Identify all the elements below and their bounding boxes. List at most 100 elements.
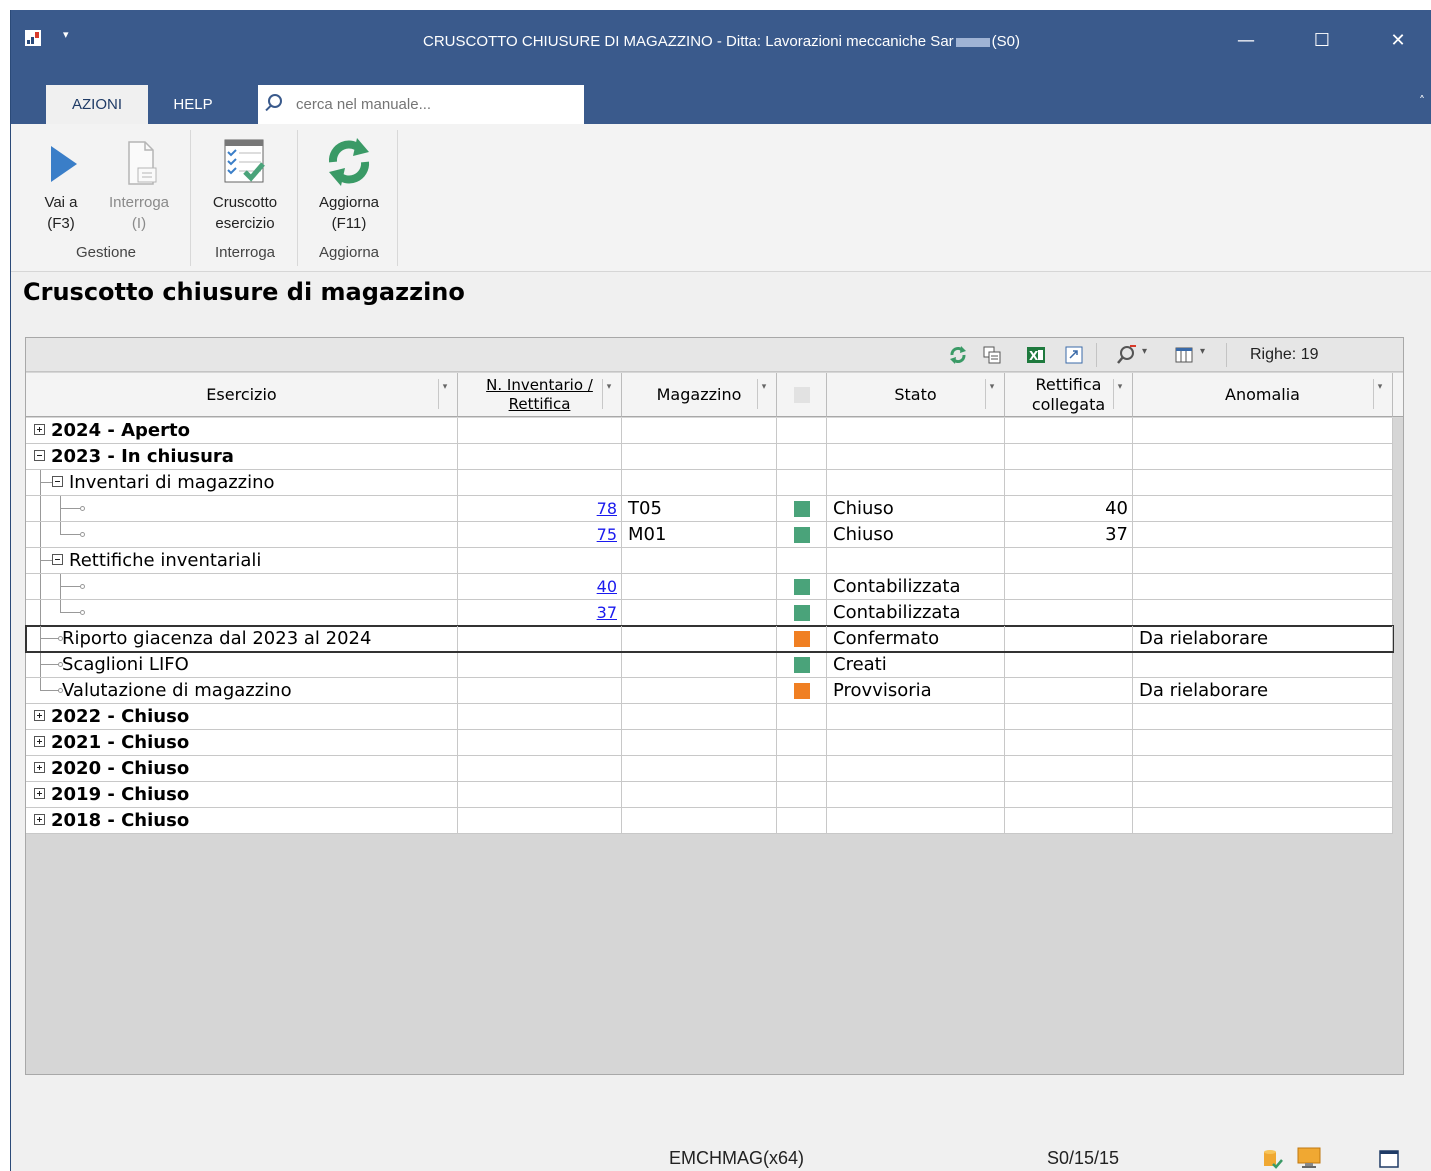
expand-icon[interactable] [34, 762, 45, 773]
tab-help[interactable]: HELP [153, 85, 233, 124]
table-row[interactable]: 2018 - Chiuso [26, 808, 1393, 834]
close-button[interactable]: ✕ [1383, 30, 1413, 51]
filter-icon[interactable]: ▾ [985, 379, 998, 409]
copy-grid-icon[interactable] [982, 345, 1002, 365]
table-row[interactable]: 2022 - Chiuso [26, 704, 1393, 730]
table-row[interactable]: 2020 - Chiuso [26, 756, 1393, 782]
columns-dropdown-icon[interactable]: ▾ [1200, 346, 1205, 357]
table-cell [827, 704, 1005, 729]
expand-icon[interactable] [34, 788, 45, 799]
table-row[interactable]: 37 Contabilizzata [26, 600, 1393, 626]
table-cell [458, 782, 622, 807]
filter-icon[interactable]: ▾ [438, 379, 451, 409]
collapse-icon[interactable] [34, 450, 45, 461]
column-header-esercizio[interactable]: Esercizio ▾ [26, 373, 458, 417]
collapse-ribbon-icon[interactable]: ˄ [1419, 94, 1425, 108]
year-label: 2021 - Chiuso [51, 732, 190, 753]
ribbon-separator [297, 130, 298, 266]
table-row[interactable]: Valutazione di magazzino Provvisoria Da ri… [26, 678, 1393, 704]
tree-connector [40, 522, 41, 547]
search-grid-icon[interactable] [1116, 345, 1136, 365]
tree-connector [40, 638, 60, 639]
table-row[interactable]: 2023 - In chiusura [26, 444, 1393, 470]
table-cell [777, 548, 827, 573]
interroga-button[interactable]: Interroga (I) [97, 132, 181, 234]
export-icon[interactable] [1064, 345, 1084, 365]
status-text: Chiuso [833, 524, 894, 545]
checklist-icon [201, 132, 289, 192]
database-status-icon[interactable] [1261, 1148, 1283, 1170]
inventory-number-link[interactable]: 78 [597, 499, 617, 518]
grid-refresh-icon[interactable] [948, 345, 968, 365]
filter-icon[interactable]: ▾ [757, 379, 770, 409]
ribbon-tab-bar: AZIONI HELP ˄ [11, 74, 1431, 124]
table-cell [1133, 548, 1393, 573]
inventario-header-line2: Rettifica [508, 394, 571, 413]
table-cell [1005, 782, 1133, 807]
column-header-stato[interactable]: Stato ▾ [827, 373, 1005, 417]
filter-icon[interactable]: ▾ [1113, 379, 1126, 409]
column-header-rettifica[interactable]: Rettifica collegata ▾ [1005, 373, 1133, 417]
table-cell [827, 470, 1005, 495]
table-cell [622, 678, 777, 703]
table-cell [1005, 574, 1133, 599]
table-row[interactable]: 40 Contabilizzata [26, 574, 1393, 600]
ribbon-separator [190, 130, 191, 266]
filter-icon[interactable]: ▾ [1373, 379, 1386, 409]
table-cell [458, 444, 622, 469]
table-cell [777, 444, 827, 469]
table-cell [622, 444, 777, 469]
activity-label: Valutazione di magazzino [62, 680, 292, 701]
inventory-number-link[interactable]: 40 [597, 577, 617, 596]
cruscotto-esercizio-button[interactable]: Cruscotto esercizio [201, 132, 289, 234]
aggiorna-label: Aggiorna [318, 194, 380, 211]
table-row[interactable]: 2021 - Chiuso [26, 730, 1393, 756]
table-row[interactable]: Riporto giacenza dal 2023 al 2024 Conferm… [25, 625, 1394, 653]
tree-connector [40, 600, 41, 625]
maximize-button[interactable]: ☐ [1307, 30, 1337, 51]
table-row[interactable]: Rettifiche inventariali [26, 548, 1393, 574]
aggiorna-button[interactable]: Aggiorna (F11) [307, 132, 391, 234]
vai-a-button[interactable]: Vai a (F3) [37, 132, 85, 234]
table-row[interactable]: Inventari di magazzino [26, 470, 1393, 496]
table-cell [622, 704, 777, 729]
column-header-inventario[interactable]: N. Inventario / Rettifica ▾ [458, 373, 622, 417]
table-row[interactable]: 2019 - Chiuso [26, 782, 1393, 808]
table-cell [458, 470, 622, 495]
expand-icon[interactable] [34, 814, 45, 825]
column-header-magazzino[interactable]: Magazzino ▾ [622, 373, 777, 417]
table-row[interactable]: 78 T05 Chiuso 40 [26, 496, 1393, 522]
table-row[interactable]: Scaglioni LIFO Creati [26, 652, 1393, 678]
leaf-node-icon [58, 636, 63, 641]
window-mode-icon[interactable] [1379, 1150, 1399, 1168]
tab-azioni[interactable]: AZIONI [46, 85, 148, 124]
table-row[interactable]: 75 M01 Chiuso 37 [26, 522, 1393, 548]
collapse-icon[interactable] [52, 476, 63, 487]
table-cell [622, 626, 777, 651]
filter-icon[interactable]: ▾ [602, 379, 615, 409]
excel-export-icon[interactable]: X [1026, 345, 1046, 365]
tree-connector [40, 652, 41, 677]
app-window: ▾ CRUSCOTTO CHIUSURE DI MAGAZZINO - Ditt… [10, 10, 1431, 1171]
columns-config-icon[interactable] [1174, 345, 1194, 365]
minimize-button[interactable]: — [1231, 30, 1261, 51]
module-name: EMCHMAG(x64) [669, 1148, 805, 1168]
collapse-icon[interactable] [52, 554, 63, 565]
expand-icon[interactable] [34, 710, 45, 721]
monitor-icon[interactable] [1295, 1146, 1323, 1170]
expand-icon[interactable] [34, 736, 45, 747]
table-cell: Da rielaborare [1133, 678, 1393, 703]
leaf-node-icon [80, 610, 85, 615]
status-text: Provvisoria [833, 680, 932, 701]
inventory-number-link[interactable]: 37 [597, 603, 617, 622]
manual-search-input[interactable] [296, 85, 576, 124]
search-dropdown-icon[interactable]: ▾ [1142, 346, 1147, 357]
table-row[interactable]: 2024 - Aperto [26, 418, 1393, 444]
expand-icon[interactable] [34, 424, 45, 435]
window-title-prefix: CRUSCOTTO CHIUSURE DI MAGAZZINO - Ditta:… [422, 33, 954, 50]
column-header-anomalia[interactable]: Anomalia ▾ [1133, 373, 1393, 417]
stato-header-label: Stato [894, 384, 937, 404]
inventory-number-link[interactable]: 75 [597, 525, 617, 544]
column-header-color[interactable] [777, 373, 827, 417]
table-cell [1005, 470, 1133, 495]
